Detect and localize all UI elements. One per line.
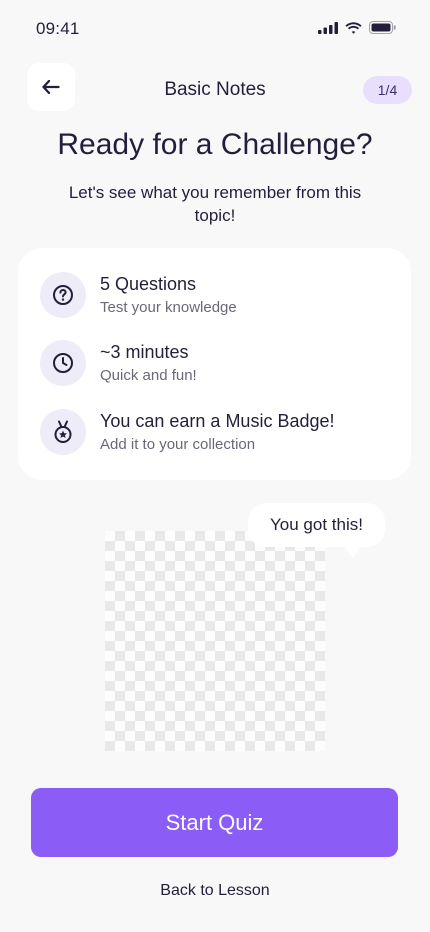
icon-circle	[40, 409, 86, 455]
row-subtitle: Add it to your collection	[100, 436, 256, 453]
info-row-questions: 5 Questions Test your knowledge	[40, 272, 237, 318]
start-quiz-button[interactable]: Start Quiz	[31, 788, 398, 857]
row-text: ~3 minutes Quick and fun!	[100, 341, 197, 385]
quiz-info-card: 5 Questions Test your knowledge ~3 minut…	[18, 248, 411, 480]
page-subtitle: Let's see what you remember from this to…	[68, 183, 362, 225]
mascot-image-placeholder	[105, 531, 325, 751]
row-title: ~3 minutes	[100, 342, 189, 362]
row-title: You can earn a Music Badge!	[100, 411, 335, 431]
signal-icon	[318, 21, 338, 34]
quiz-intro-screen: 09:41 Basic Notes 1/4 Ready for a Challe…	[0, 0, 430, 932]
medal-icon	[54, 420, 72, 443]
row-text: 5 Questions Test your knowledge	[100, 273, 237, 317]
wifi-icon	[345, 21, 362, 34]
status-icons	[318, 21, 396, 34]
icon-circle	[40, 272, 86, 318]
info-row-badge: You can earn a Music Badge! Add it to yo…	[40, 409, 335, 455]
row-subtitle: Quick and fun!	[100, 367, 197, 384]
battery-icon	[369, 21, 396, 34]
back-to-lesson-link[interactable]: Back to Lesson	[0, 882, 430, 900]
row-subtitle: Test your knowledge	[100, 299, 237, 316]
clock-icon	[53, 353, 73, 373]
page-title: Ready for a Challenge?	[57, 128, 373, 161]
status-bar: 09:41	[0, 0, 430, 58]
speech-bubble: You got this!	[248, 503, 385, 547]
status-time: 09:41	[36, 19, 80, 38]
progress-badge: 1/4	[363, 76, 412, 104]
row-title: 5 Questions	[100, 274, 197, 294]
row-text: You can earn a Music Badge! Add it to yo…	[100, 410, 335, 454]
speech-bubble-tail	[343, 545, 363, 558]
icon-circle	[40, 340, 86, 386]
question-circle-icon	[53, 285, 73, 305]
info-row-duration: ~3 minutes Quick and fun!	[40, 340, 197, 386]
